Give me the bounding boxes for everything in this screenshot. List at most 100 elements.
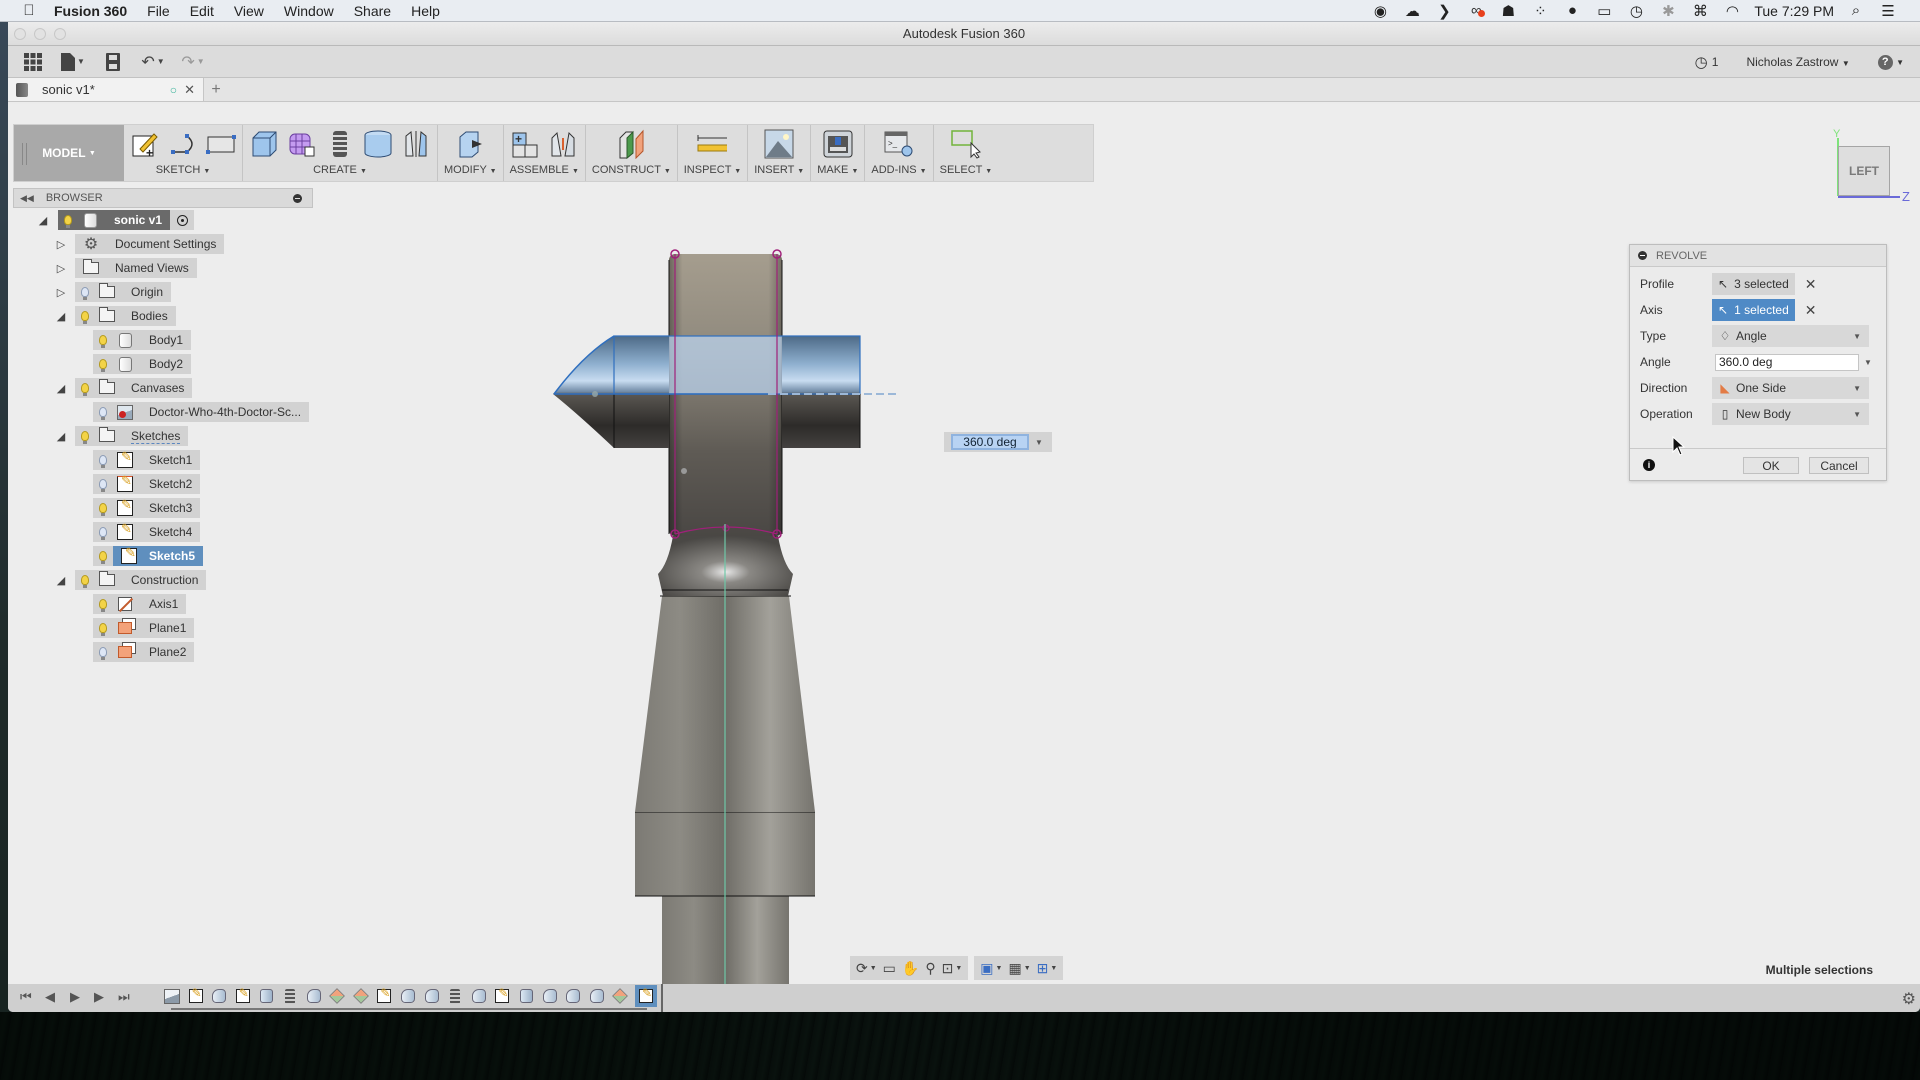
visibility-bulb-icon[interactable] — [75, 311, 95, 324]
scripts-icon[interactable]: >_ — [884, 129, 914, 159]
collapsed-triangle-icon[interactable]: ▷ — [54, 262, 68, 275]
fit-button[interactable]: ⊡ ▼ — [942, 960, 963, 977]
timeline-feature[interactable] — [234, 986, 252, 1005]
bluetooth-icon[interactable]: ✱ — [1658, 2, 1678, 20]
timeline-feature[interactable] — [163, 987, 181, 1005]
visibility-bulb-icon[interactable] — [93, 503, 113, 516]
timeline-feature[interactable] — [399, 987, 417, 1005]
tree-item[interactable]: Axis1 — [93, 594, 187, 614]
3d-print-icon[interactable] — [823, 129, 853, 159]
tree-item[interactable]: Sketch1 — [93, 449, 201, 470]
canvas-viewport[interactable]: MODEL ▼ + SKETCH ▼ CREATE ▼ MODIFY ▼ + A… — [8, 104, 1920, 984]
visibility-bulb-icon[interactable] — [93, 455, 113, 468]
ghost-icon[interactable]: ☗ — [1498, 2, 1518, 20]
new-tab-button[interactable]: + — [204, 78, 228, 101]
close-tab-icon[interactable]: ✕ — [184, 82, 195, 98]
document-tab[interactable]: sonic v1* ○ ✕ — [8, 78, 204, 101]
tree-item[interactable]: Named Views — [75, 258, 197, 278]
timeline-feature[interactable] — [541, 987, 559, 1005]
mirror-icon[interactable] — [401, 129, 431, 159]
visibility-bulb-icon[interactable] — [75, 431, 95, 444]
play-icon[interactable]: ▶ — [70, 989, 80, 1005]
visibility-bulb-icon[interactable] — [93, 599, 113, 612]
insert-group[interactable]: INSERT ▼ — [748, 125, 812, 181]
visibility-bulb-icon[interactable] — [93, 359, 113, 372]
expanded-triangle-icon[interactable]: ◢ — [54, 574, 68, 587]
chat-bubble-icon[interactable]: ● — [1562, 2, 1582, 19]
expanded-triangle-icon[interactable]: ◢ — [54, 310, 68, 323]
timeline-feature[interactable] — [517, 987, 535, 1005]
visibility-bulb-icon[interactable] — [93, 335, 113, 348]
timeline-feature[interactable] — [493, 986, 511, 1005]
tree-item[interactable]: Body1 — [93, 330, 192, 350]
cancel-button[interactable]: Cancel — [1809, 457, 1869, 474]
workspace-switcher[interactable]: MODEL ▼ — [14, 125, 124, 181]
look-at-button[interactable]: ▭ — [883, 960, 896, 977]
operation-dropdown[interactable]: ▯ New Body ▼ — [1712, 403, 1869, 425]
apple-logo-icon[interactable]:  — [18, 2, 40, 19]
visibility-bulb-icon[interactable] — [75, 575, 95, 588]
timeline-settings-gear-icon[interactable]: ⚙ — [1902, 989, 1916, 1009]
collapsed-triangle-icon[interactable]: ▷ — [54, 238, 68, 251]
timeline-feature[interactable] — [375, 986, 393, 1005]
save-button[interactable] — [98, 49, 128, 75]
tree-item-selected[interactable]: Sketch5 — [93, 545, 204, 566]
timeline-feature[interactable] — [328, 987, 346, 1005]
timeline-feature[interactable] — [305, 987, 323, 1005]
timeline-feature[interactable] — [611, 987, 629, 1005]
tree-item[interactable]: Bodies — [75, 306, 176, 326]
timeline-feature[interactable] — [588, 987, 606, 1005]
tree-item[interactable]: ⚙ Document Settings — [75, 234, 225, 254]
view-cube-face-left[interactable]: LEFT — [1838, 146, 1890, 196]
clear-axis-icon[interactable]: ✕ — [1805, 302, 1817, 319]
collapsed-triangle-icon[interactable]: ▷ — [54, 286, 68, 299]
tree-item[interactable]: Doctor-Who-4th-Doctor-Sc... — [93, 402, 310, 422]
zoom-button[interactable]: ⚲ — [925, 960, 935, 977]
visibility-bulb-icon[interactable] — [75, 383, 95, 396]
browser-pin-icon[interactable] — [293, 193, 302, 203]
data-panel-button[interactable] — [18, 49, 48, 75]
menu-file[interactable]: File — [147, 3, 170, 19]
new-component-icon[interactable]: + — [510, 129, 540, 159]
rectangle-icon[interactable] — [206, 129, 236, 159]
timeline-feature[interactable] — [446, 987, 464, 1005]
joint-icon[interactable] — [548, 129, 578, 159]
create-sketch-icon[interactable]: + — [130, 129, 160, 159]
tree-item[interactable]: Canvases — [75, 378, 193, 398]
measure-icon[interactable] — [697, 129, 728, 159]
job-status-button[interactable]: ◷ 1 — [1695, 53, 1719, 71]
record-icon[interactable]: ◉ — [1370, 2, 1390, 20]
chevron-right-icon[interactable]: ❯ — [1434, 2, 1454, 20]
menu-window[interactable]: Window — [284, 3, 334, 19]
collapse-browser-icon[interactable]: ◀◀ — [20, 193, 34, 204]
view-cube[interactable]: Y LEFT Z — [1830, 128, 1910, 216]
modify-group[interactable]: MODIFY ▼ — [438, 125, 504, 181]
user-menu-button[interactable]: Nicholas Zastrow ▼ — [1746, 55, 1849, 69]
close-window-button[interactable] — [14, 28, 26, 40]
tree-item[interactable]: Sketch4 — [93, 521, 201, 542]
timeline-feature[interactable] — [187, 986, 205, 1005]
timeline-feature[interactable] — [470, 987, 488, 1005]
wifi-icon[interactable]: ◠ — [1722, 2, 1742, 20]
tree-item-root[interactable]: sonic v1 — [58, 210, 195, 230]
inspect-group[interactable]: INSPECT ▼ — [678, 125, 749, 181]
sketch-group[interactable]: + SKETCH ▼ — [124, 125, 243, 181]
clear-profile-icon[interactable]: ✕ — [1805, 276, 1817, 293]
menu-clock[interactable]: Tue 7:29 PM — [1754, 3, 1834, 19]
grid-dots-icon[interactable]: ⁘ — [1530, 2, 1550, 20]
construct-plane-icon[interactable] — [616, 129, 646, 159]
info-icon[interactable]: i — [1643, 458, 1655, 471]
angle-quick-input[interactable] — [951, 434, 1029, 450]
type-dropdown[interactable]: ♢ Angle ▼ — [1712, 325, 1869, 347]
tree-item[interactable]: Sketches — [75, 426, 189, 446]
make-group[interactable]: MAKE ▼ — [811, 125, 866, 181]
visibility-bulb-icon[interactable] — [93, 479, 113, 492]
visibility-bulb-icon[interactable] — [93, 551, 113, 564]
tree-item[interactable]: Construction — [75, 570, 207, 590]
spotlight-search-icon[interactable]: ⌕ — [1846, 2, 1866, 19]
addins-group[interactable]: >_ ADD-INS ▼ — [865, 125, 934, 181]
tree-item[interactable]: Sketch2 — [93, 473, 201, 494]
step-forward-icon[interactable]: ▶ — [94, 989, 104, 1005]
select-group[interactable]: SELECT ▼ — [934, 125, 999, 181]
visibility-bulb-icon[interactable] — [93, 407, 113, 420]
